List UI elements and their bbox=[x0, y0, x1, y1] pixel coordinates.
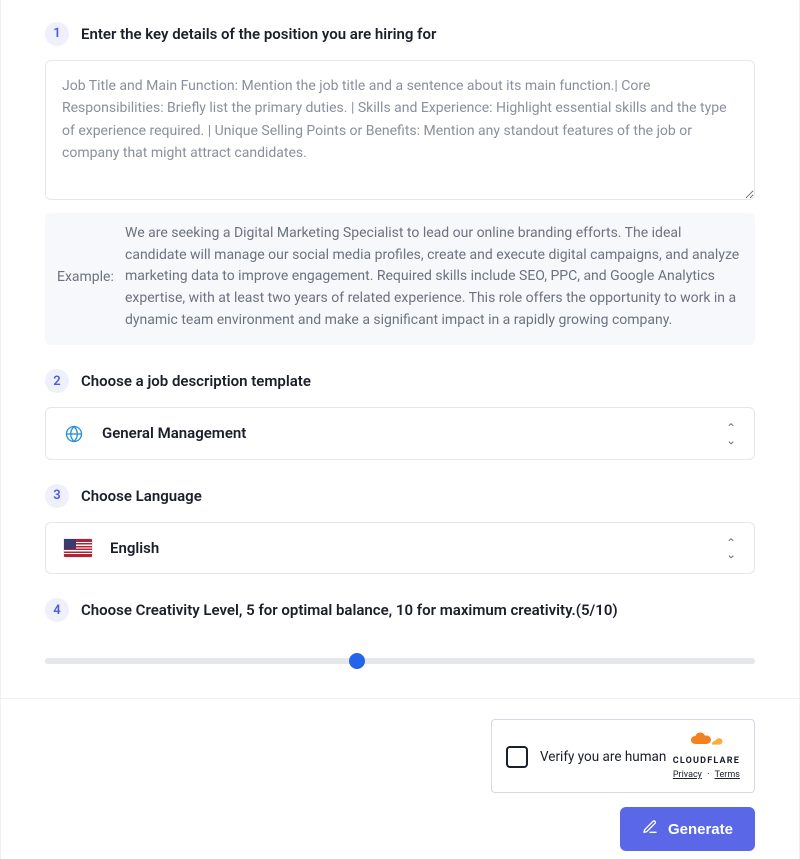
cloudflare-wordmark: CLOUDFLARE bbox=[673, 755, 740, 769]
step-4-header: 4 Choose Creativity Level, 5 for optimal… bbox=[45, 598, 755, 622]
captcha-checkbox[interactable] bbox=[506, 746, 528, 768]
step-1-header: 1 Enter the key details of the position … bbox=[45, 22, 755, 46]
cloud-icon bbox=[688, 732, 724, 755]
generate-button-label: Generate bbox=[668, 821, 733, 838]
step-1-title: Enter the key details of the position yo… bbox=[81, 23, 436, 46]
step-4-title: Choose Creativity Level, 5 for optimal b… bbox=[81, 599, 618, 622]
chevron-updown-icon: ⌃⌃ bbox=[726, 424, 736, 443]
flag-us-icon bbox=[64, 539, 92, 557]
globe-icon bbox=[64, 424, 84, 444]
divider bbox=[1, 698, 799, 699]
template-select-value: General Management bbox=[102, 422, 708, 445]
captcha-text: Verify you are human bbox=[540, 747, 666, 767]
step-4-badge: 4 bbox=[45, 598, 69, 622]
captcha-brand: CLOUDFLARE Privacy · Terms bbox=[673, 732, 740, 782]
step-2-title: Choose a job description template bbox=[81, 370, 311, 393]
step-2-header: 2 Choose a job description template bbox=[45, 369, 755, 393]
captcha-privacy-link[interactable]: Privacy bbox=[673, 770, 702, 780]
edit-icon bbox=[642, 819, 658, 839]
language-select-value: English bbox=[110, 537, 708, 560]
example-label: Example: bbox=[49, 267, 117, 288]
language-select[interactable]: English ⌃⌃ bbox=[45, 522, 755, 575]
generate-button[interactable]: Generate bbox=[620, 807, 755, 851]
captcha-widget: Verify you are human CLOUDFLARE Privacy … bbox=[491, 719, 755, 793]
step-3-title: Choose Language bbox=[81, 485, 202, 508]
cloudflare-logo: CLOUDFLARE bbox=[673, 732, 740, 769]
creativity-slider-wrap bbox=[45, 636, 755, 670]
step-3-badge: 3 bbox=[45, 484, 69, 508]
captcha-link-sep: · bbox=[704, 770, 712, 780]
example-block: Example: We are seeking a Digital Market… bbox=[45, 213, 755, 345]
form-footer: Verify you are human CLOUDFLARE Privacy … bbox=[45, 719, 755, 851]
captcha-terms-link[interactable]: Terms bbox=[715, 770, 740, 780]
step-1-badge: 1 bbox=[45, 22, 69, 46]
creativity-slider[interactable] bbox=[45, 658, 755, 664]
captcha-links: Privacy · Terms bbox=[673, 769, 740, 783]
step-2-badge: 2 bbox=[45, 369, 69, 393]
template-select[interactable]: General Management ⌃⌃ bbox=[45, 407, 755, 460]
captcha-left: Verify you are human bbox=[506, 746, 666, 768]
example-text: We are seeking a Digital Marketing Speci… bbox=[125, 223, 741, 331]
position-details-textarea[interactable] bbox=[45, 60, 755, 200]
creativity-slider-thumb[interactable] bbox=[349, 653, 365, 669]
step-3-header: 3 Choose Language bbox=[45, 484, 755, 508]
form-page: 1 Enter the key details of the position … bbox=[0, 0, 800, 859]
creativity-slider-fill bbox=[45, 658, 357, 664]
chevron-updown-icon: ⌃⌃ bbox=[726, 539, 736, 558]
